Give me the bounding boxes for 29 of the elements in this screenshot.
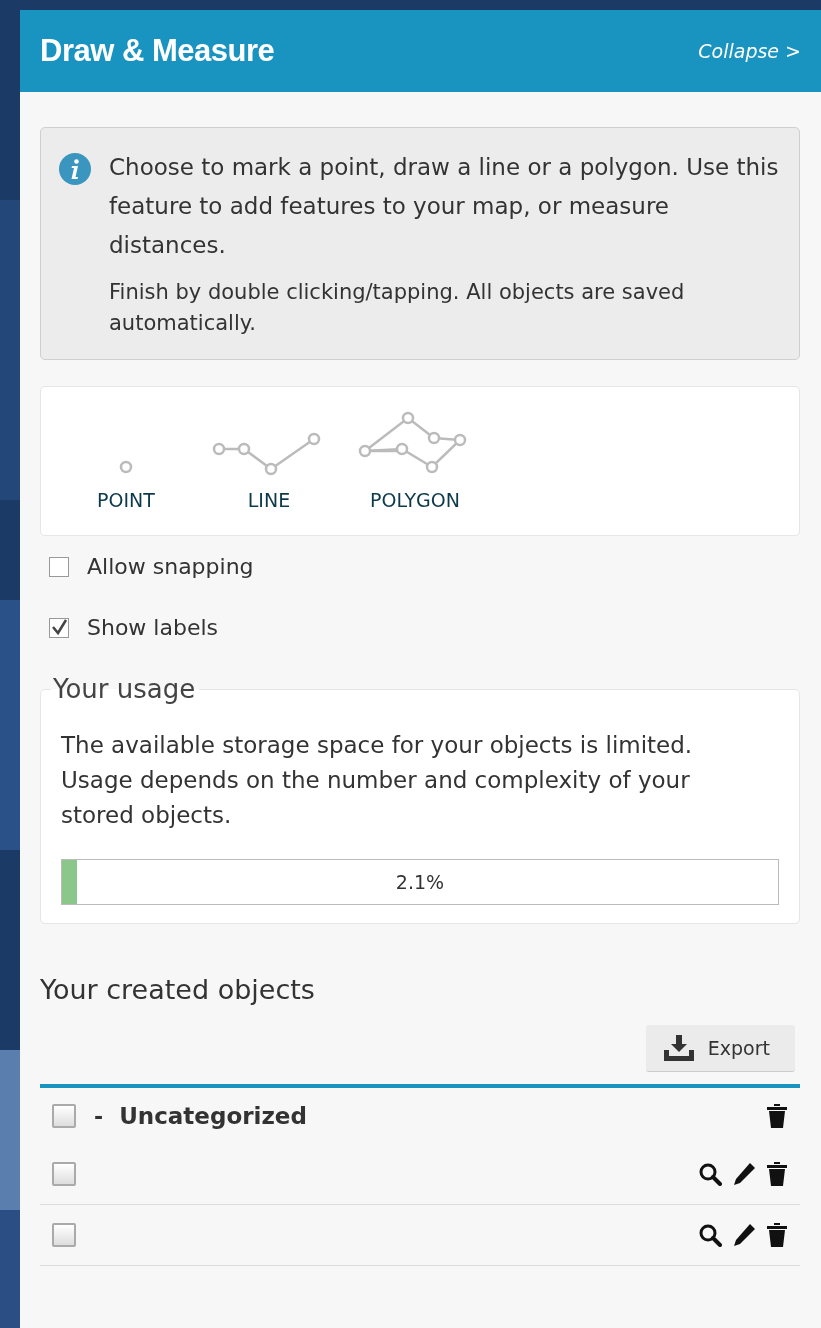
- pencil-icon[interactable]: [732, 1162, 756, 1186]
- info-text: Choose to mark a point, draw a line or a polygon. Use this feature to add features to your map, or measure distances.: [109, 153, 779, 260]
- info-icon: [59, 153, 91, 185]
- collapse-link[interactable]: Collapse >: [698, 40, 801, 62]
- option-label: Show labels: [87, 615, 219, 640]
- download-icon: [663, 1035, 694, 1061]
- trash-icon[interactable]: [766, 1161, 788, 1187]
- usage-reading: 2.1%: [394, 870, 446, 895]
- checkbox[interactable]: [52, 1223, 76, 1247]
- tool-button[interactable]: POLYGON: [357, 411, 473, 511]
- checkbox[interactable]: [49, 556, 69, 577]
- panel-title: Draw & Measure: [40, 33, 275, 69]
- category-label: Uncategorized: [119, 1103, 307, 1129]
- option-label: Allow snapping: [87, 554, 254, 579]
- pencil-icon[interactable]: [732, 1223, 756, 1247]
- trash-icon[interactable]: [766, 1103, 788, 1129]
- tool-button[interactable]: LINE: [211, 431, 327, 511]
- checkbox[interactable]: [49, 617, 69, 638]
- trash-icon[interactable]: [766, 1222, 788, 1248]
- section-title: Your created objects: [40, 974, 316, 1005]
- tool-button[interactable]: POINT: [71, 457, 181, 511]
- export-button[interactable]: Export: [645, 1025, 795, 1072]
- usage-text: The available storage space for your objects is limited. Usage depends on the number and complexity of your stored objects.: [61, 731, 694, 830]
- search-icon[interactable]: [698, 1162, 722, 1186]
- collapse-toggle[interactable]: -: [94, 1103, 104, 1129]
- checkbox[interactable]: [52, 1162, 76, 1186]
- search-icon[interactable]: [698, 1223, 722, 1247]
- checkbox[interactable]: [52, 1104, 76, 1128]
- info-text: Finish by double clicking/tapping. All objects are saved automatically.: [109, 279, 686, 337]
